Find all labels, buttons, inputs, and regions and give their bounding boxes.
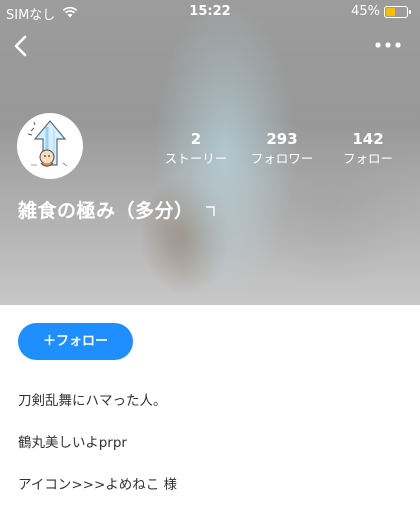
battery-level-fill [386, 8, 395, 16]
follow-button[interactable]: ＋フォロー [18, 323, 133, 360]
stat-followers-count: 293 [266, 130, 298, 148]
avatar-illustration [27, 120, 68, 167]
battery-icon [384, 6, 411, 18]
profile-name: 雑食の極み（多分） [18, 200, 194, 222]
battery-percent: 45% [351, 4, 380, 19]
avatar[interactable] [17, 113, 83, 179]
bio-line-3: アイコン>>>よめねこ 様 [18, 477, 178, 493]
bio-line-2: 鶴丸美しいよprpr [18, 435, 127, 451]
stat-stories[interactable]: 2 ストーリー [151, 130, 241, 168]
back-icon[interactable] [8, 32, 36, 60]
stat-following-count: 142 [352, 130, 384, 148]
stat-followers-label: フォロワー [250, 151, 314, 166]
stat-stories-label: ストーリー [164, 151, 228, 166]
stat-following[interactable]: 142 フォロー [323, 130, 413, 168]
status-bar: SIMなし 15:22 45% [0, 0, 420, 24]
bio-line-1: 刀剣乱舞にハマった人。 [18, 393, 167, 409]
stat-following-label: フォロー [342, 151, 393, 166]
stat-followers[interactable]: 293 フォロワー [237, 130, 327, 168]
more-options-icon[interactable] [374, 38, 402, 52]
corner-mark-icon [206, 206, 215, 216]
stat-stories-count: 2 [190, 130, 202, 148]
